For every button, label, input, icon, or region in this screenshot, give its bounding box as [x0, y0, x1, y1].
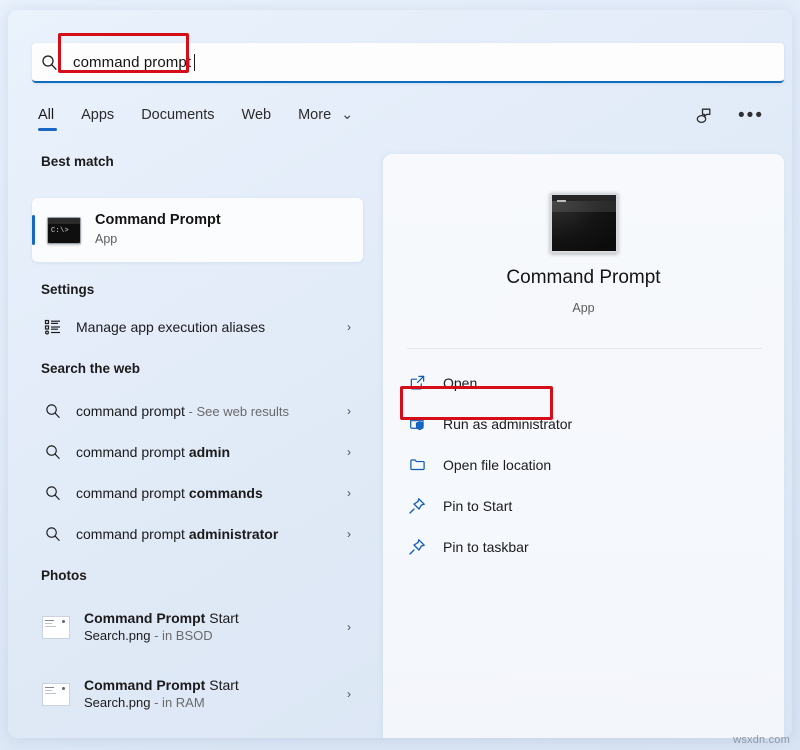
- best-match-subtitle: App: [95, 232, 118, 246]
- app-preview-panel: Command Prompt App Open Run as administr…: [383, 154, 784, 738]
- search-icon: [42, 444, 64, 460]
- web-suggestion-label: command prompt admin: [76, 444, 231, 460]
- watermark: wsxdn.com: [733, 734, 790, 746]
- web-suggestion-row[interactable]: command prompt admin ›: [32, 432, 363, 472]
- action-open-label: Open: [443, 374, 478, 391]
- photo-thumbnail: [42, 615, 70, 639]
- search-icon: [42, 485, 64, 501]
- search-input[interactable]: command prompt: [32, 43, 784, 83]
- action-run-as-administrator-label: Run as administrator: [443, 415, 573, 432]
- web-suggestion-row[interactable]: command prompt administrator ›: [32, 514, 363, 554]
- settings-result-label: Manage app execution aliases: [76, 319, 266, 335]
- photo-result-text: Command Prompt Start Search.png - in RAM: [84, 676, 239, 712]
- action-pin-to-taskbar-label: Pin to taskbar: [443, 538, 529, 555]
- chevron-down-icon: ⌄: [341, 107, 354, 123]
- search-icon: [32, 54, 66, 71]
- filter-tabs: All Apps Documents Web More ⌄: [38, 107, 380, 141]
- search-panel: command prompt All Apps Documents Web Mo…: [8, 10, 792, 738]
- command-prompt-large-icon: [549, 193, 618, 253]
- preview-divider: [407, 348, 762, 349]
- feedback-icon[interactable]: [694, 106, 714, 126]
- selection-indicator: [32, 215, 35, 245]
- open-external-icon: [405, 374, 429, 391]
- search-icon: [42, 403, 64, 419]
- chevron-right-icon: ›: [347, 445, 351, 459]
- folder-icon: [405, 456, 429, 473]
- chevron-right-icon: ›: [347, 404, 351, 418]
- chevron-right-icon: ›: [347, 687, 351, 701]
- action-open-file-location-label: Open file location: [443, 456, 552, 473]
- chevron-right-icon: ›: [347, 620, 351, 634]
- web-suggestion-label: command prompt commands: [76, 485, 263, 501]
- action-pin-to-start-label: Pin to Start: [443, 497, 513, 514]
- photo-result-row[interactable]: Command Prompt Start Search.png - in RAM…: [32, 667, 363, 721]
- tab-all-label: All: [38, 107, 55, 123]
- search-icon: [42, 526, 64, 542]
- photo-result-title: Command Prompt Start: [84, 610, 239, 626]
- section-heading-settings: Settings: [41, 282, 95, 297]
- search-query-wrap[interactable]: command prompt: [66, 43, 203, 81]
- web-suggestion-label: command prompt administrator: [76, 526, 279, 542]
- action-open-file-location[interactable]: Open file location: [395, 448, 765, 481]
- settings-result-row[interactable]: Manage app execution aliases ›: [32, 307, 363, 347]
- best-match-text: Command Prompt App: [95, 212, 221, 248]
- best-match-result[interactable]: C:\> Command Prompt App: [32, 198, 363, 262]
- tab-more-label: More: [298, 107, 332, 123]
- pin-icon: [405, 538, 429, 556]
- tab-documents-label: Documents: [141, 107, 215, 123]
- section-heading-photos: Photos: [41, 568, 87, 583]
- pin-icon: [405, 497, 429, 515]
- tab-all[interactable]: All: [38, 107, 70, 133]
- search-query-text: command prompt: [73, 53, 192, 71]
- tab-web-label: Web: [241, 107, 272, 123]
- web-suggestion-label: command prompt - See web results: [76, 403, 289, 419]
- photo-result-row[interactable]: Command Prompt Start Search.png - in BSO…: [32, 600, 363, 654]
- photo-result-title: Command Prompt Start: [84, 677, 239, 693]
- action-run-as-administrator[interactable]: Run as administrator: [395, 407, 765, 440]
- command-prompt-icon-glyph: C:\>: [51, 226, 70, 235]
- photo-result-subtitle: Search.png - in RAM: [84, 695, 205, 710]
- shield-admin-icon: [405, 415, 429, 432]
- results-column: Best match C:\> Command Prompt App Setti…: [8, 154, 381, 738]
- tab-web[interactable]: Web: [242, 107, 288, 133]
- tab-apps[interactable]: Apps: [81, 107, 130, 133]
- header-actions: •••: [694, 106, 764, 126]
- text-caret: [194, 53, 196, 71]
- web-suggestion-row[interactable]: command prompt commands ›: [32, 473, 363, 513]
- section-heading-best-match: Best match: [41, 154, 114, 169]
- photo-thumbnail: [42, 682, 70, 706]
- photo-result-subtitle: Search.png - in BSOD: [84, 628, 213, 643]
- tab-apps-label: Apps: [81, 107, 115, 123]
- photo-result-text: Command Prompt Start Search.png - in BSO…: [84, 609, 239, 645]
- chevron-right-icon: ›: [347, 486, 351, 500]
- more-options-icon[interactable]: •••: [738, 106, 764, 125]
- tab-documents[interactable]: Documents: [141, 107, 230, 133]
- action-pin-to-taskbar[interactable]: Pin to taskbar: [395, 530, 765, 563]
- action-pin-to-start[interactable]: Pin to Start: [395, 489, 765, 522]
- tab-active-underline: [38, 128, 57, 131]
- web-suggestion-row[interactable]: command prompt - See web results ›: [32, 391, 363, 431]
- command-prompt-icon: C:\>: [47, 216, 81, 244]
- preview-subtitle: App: [572, 301, 595, 315]
- best-match-title: Command Prompt: [95, 212, 221, 228]
- chevron-right-icon: ›: [347, 320, 351, 334]
- tab-more[interactable]: More ⌄: [298, 107, 369, 133]
- chevron-right-icon: ›: [347, 527, 351, 541]
- action-open[interactable]: Open: [395, 366, 765, 399]
- list-settings-icon: [42, 318, 64, 336]
- section-heading-search-the-web: Search the web: [41, 361, 141, 376]
- preview-title: Command Prompt: [506, 267, 661, 288]
- windows-search-window: command prompt All Apps Documents Web Mo…: [0, 0, 800, 750]
